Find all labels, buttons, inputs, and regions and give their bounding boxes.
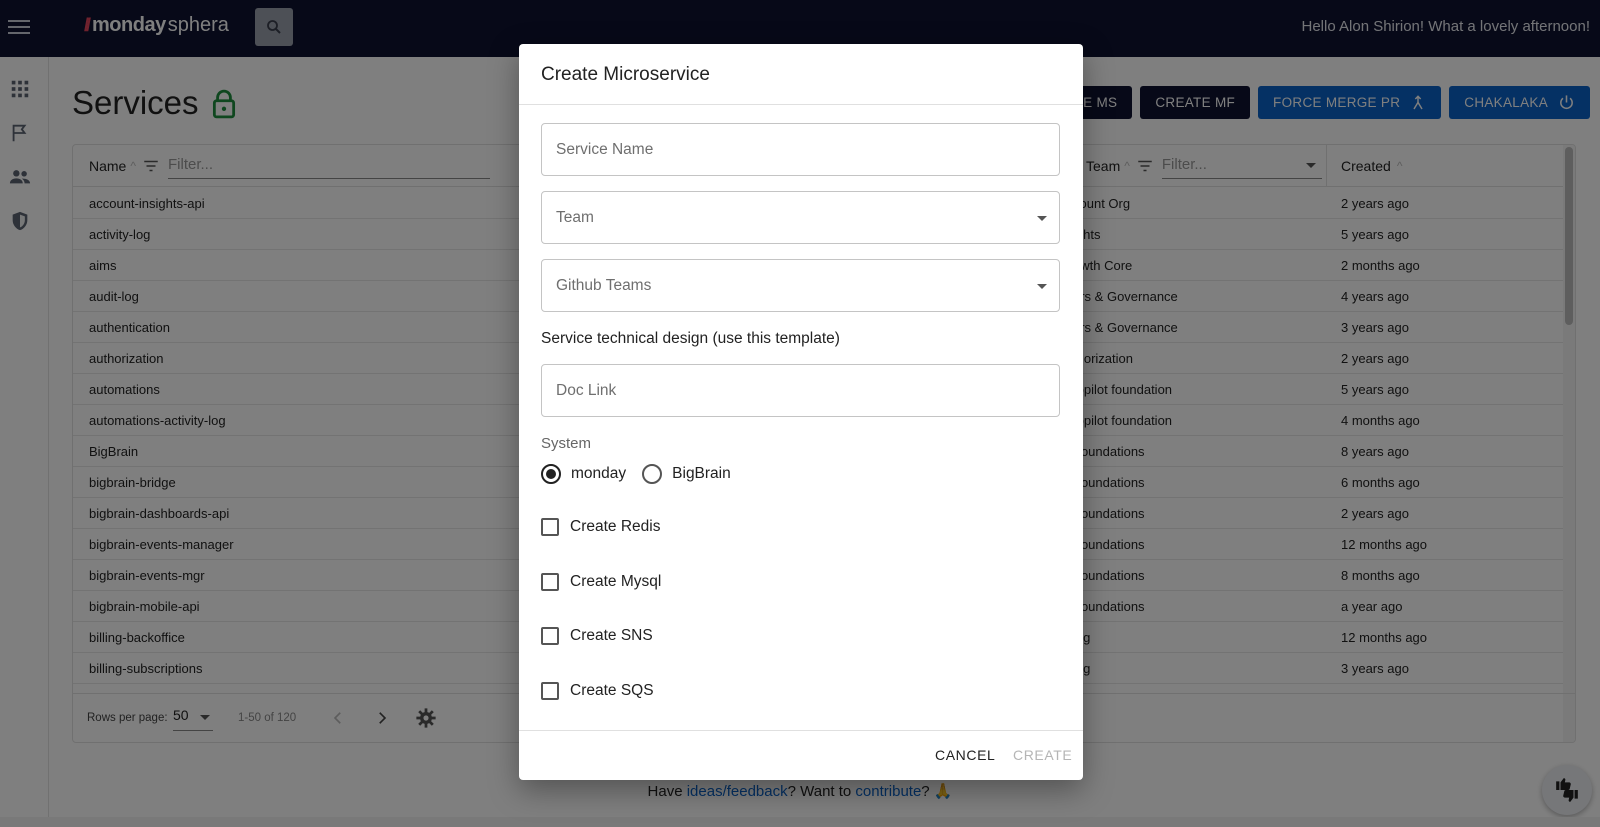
- service-name-input[interactable]: [542, 124, 1059, 175]
- cancel-button[interactable]: CANCEL: [935, 747, 995, 763]
- system-radio-group: monday BigBrain: [541, 464, 731, 484]
- doc-link-input[interactable]: [542, 365, 1059, 416]
- create-mysql-checkbox[interactable]: [541, 573, 559, 591]
- doc-link-field[interactable]: [541, 364, 1060, 417]
- dialog-title: Create Microservice: [541, 64, 710, 85]
- radio-monday-label[interactable]: monday: [571, 465, 626, 483]
- service-name-field[interactable]: [541, 123, 1060, 176]
- radio-bigbrain[interactable]: [642, 464, 663, 484]
- create-sqs-label[interactable]: Create SQS: [570, 682, 654, 700]
- system-label: System: [541, 435, 592, 452]
- radio-monday[interactable]: [541, 464, 561, 484]
- create-sns-checkbox[interactable]: [541, 627, 559, 645]
- create-button[interactable]: CREATE: [1013, 747, 1072, 763]
- divider: [519, 730, 1083, 731]
- team-select[interactable]: Team: [541, 191, 1060, 244]
- create-mysql-label[interactable]: Create Mysql: [570, 573, 661, 591]
- create-redis-label[interactable]: Create Redis: [570, 518, 660, 536]
- design-label: Service technical design (use this templ…: [541, 330, 840, 347]
- chevron-down-icon: [1037, 284, 1047, 289]
- create-mysql-option[interactable]: Create Mysql: [541, 573, 661, 591]
- create-sns-option[interactable]: Create SNS: [541, 627, 653, 645]
- create-redis-option[interactable]: Create Redis: [541, 518, 660, 536]
- radio-bigbrain-label[interactable]: BigBrain: [672, 465, 731, 483]
- create-sqs-checkbox[interactable]: [541, 682, 559, 700]
- create-sns-label[interactable]: Create SNS: [570, 627, 653, 645]
- github-teams-select[interactable]: Github Teams: [541, 259, 1060, 312]
- chevron-down-icon: [1037, 216, 1047, 221]
- create-redis-checkbox[interactable]: [541, 518, 559, 536]
- create-sqs-option[interactable]: Create SQS: [541, 682, 654, 700]
- github-teams-label: Github Teams: [556, 277, 652, 294]
- divider: [519, 104, 1083, 105]
- team-select-label: Team: [556, 209, 594, 226]
- create-microservice-dialog: Create Microservice Team Github Teams Se…: [519, 44, 1083, 780]
